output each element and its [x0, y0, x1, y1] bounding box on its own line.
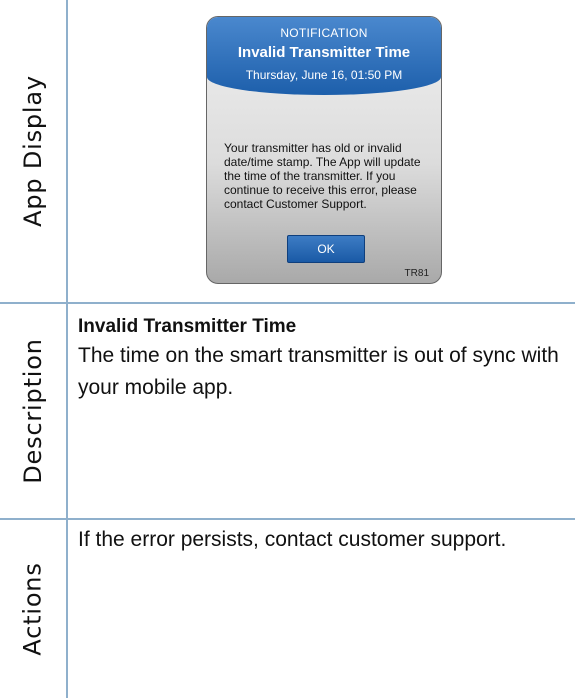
actions-label: Actions	[19, 562, 47, 656]
notification-date: Thursday, June 16, 01:50 PM	[245, 68, 403, 82]
ok-button[interactable]: OK	[287, 235, 365, 263]
description-title: Invalid Transmitter Time	[78, 316, 297, 337]
notification-kicker: NOTIFICATION	[280, 26, 368, 40]
app-display-row-label: App Display	[0, 0, 68, 302]
notification-title: Invalid Transmitter Time	[237, 44, 411, 61]
actions-row-label: Actions	[0, 520, 68, 698]
actions-text: If the error persists, contact customer …	[78, 528, 507, 551]
row-divider-2	[0, 518, 575, 520]
app-display-label: App Display	[19, 75, 47, 227]
description-row-label: Description	[0, 304, 68, 518]
notification-message: Your transmitter has old or invalid date…	[224, 141, 421, 211]
notification-header: NOTIFICATION Invalid Transmitter Time Th…	[207, 17, 441, 95]
error-code: TR81	[404, 268, 429, 279]
description-label: Description	[19, 338, 47, 484]
notification-dialog: NOTIFICATION Invalid Transmitter Time Th…	[206, 16, 442, 284]
row-divider-1	[0, 302, 575, 304]
description-text: The time on the smart transmitter is out…	[78, 344, 559, 399]
